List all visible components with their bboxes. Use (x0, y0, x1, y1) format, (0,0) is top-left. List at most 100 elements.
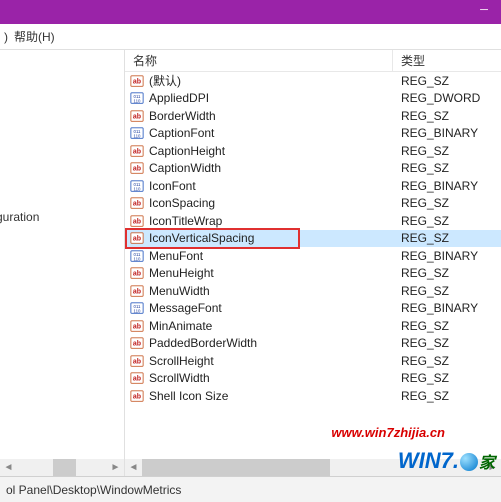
scroll-right-icon[interactable]: ► (107, 459, 124, 476)
string-value-icon: ab (129, 195, 145, 211)
scroll-left-icon[interactable]: ◄ (0, 459, 17, 476)
registry-value-row[interactable]: 011110CaptionFontREG_BINARY (125, 125, 501, 143)
watermark-url: www.win7zhijia.cn (331, 425, 445, 440)
registry-value-row[interactable]: abIconSpacingREG_SZ (125, 195, 501, 213)
watermark-orb-icon (460, 453, 478, 471)
tree-panel[interactable]: guration ◄ ► (0, 50, 125, 476)
value-name: IconTitleWrap (149, 214, 393, 228)
svg-text:ab: ab (133, 323, 141, 330)
svg-text:110: 110 (134, 309, 142, 314)
registry-value-row[interactable]: 011110AppliedDPIREG_DWORD (125, 90, 501, 108)
registry-value-row[interactable]: abScrollWidthREG_SZ (125, 370, 501, 388)
list-body: ab(默认)REG_SZ011110AppliedDPIREG_DWORDabB… (125, 72, 501, 405)
value-type: REG_BINARY (393, 249, 478, 263)
value-type: REG_SZ (393, 389, 449, 403)
registry-value-row[interactable]: ab (默认)REG_SZ (125, 72, 501, 90)
watermark-logo-prefix: WIN7. (398, 448, 459, 473)
registry-value-row[interactable]: 011110 MenuFontREG_BINARY (125, 247, 501, 265)
string-value-icon: ab (129, 283, 145, 299)
value-name: CaptionHeight (149, 144, 393, 158)
string-value-icon: ab (129, 370, 145, 386)
value-name: BorderWidth (149, 109, 393, 123)
value-type: REG_SZ (393, 161, 449, 175)
value-name: MessageFont (149, 301, 393, 315)
scroll-thumb[interactable] (53, 459, 76, 476)
value-name: IconSpacing (149, 196, 393, 210)
tree-item[interactable]: guration (0, 210, 39, 224)
list-panel: 名称 类型 ab(默认)REG_SZ011110AppliedDPIREG_DW… (125, 50, 501, 476)
value-name: IconVerticalSpacing (149, 231, 393, 245)
list-header: 名称 类型 (125, 50, 501, 72)
menubar: ) 帮助(H) (0, 24, 501, 50)
registry-value-row[interactable]: ab ScrollHeightREG_SZ (125, 352, 501, 370)
registry-value-row[interactable]: ab MenuWidthREG_SZ (125, 282, 501, 300)
minimize-button[interactable]: ─ (467, 0, 501, 20)
svg-text:ab: ab (133, 358, 141, 365)
tree-scrollbar-horizontal[interactable]: ◄ ► (0, 459, 124, 476)
value-type: REG_SZ (393, 354, 449, 368)
registry-value-row[interactable]: ab MinAnimateREG_SZ (125, 317, 501, 335)
value-name: (默认) (149, 72, 393, 89)
registry-value-row[interactable]: abCaptionHeightREG_SZ (125, 142, 501, 160)
value-name: MenuWidth (149, 284, 393, 298)
value-type: REG_SZ (393, 319, 449, 333)
svg-text:ab: ab (133, 341, 141, 348)
string-value-icon: ab (129, 213, 145, 229)
binary-value-icon: 011110 (129, 178, 145, 194)
svg-text:110: 110 (134, 186, 142, 191)
value-name: AppliedDPI (149, 91, 393, 105)
registry-value-row[interactable]: ab MenuHeightREG_SZ (125, 265, 501, 283)
value-name: Shell Icon Size (149, 389, 393, 403)
svg-text:110: 110 (134, 256, 142, 261)
value-name: MenuFont (149, 249, 393, 263)
svg-text:110: 110 (134, 99, 142, 104)
svg-text:ab: ab (133, 78, 141, 85)
value-name: CaptionFont (149, 126, 393, 140)
value-type: REG_BINARY (393, 179, 478, 193)
value-type: REG_SZ (393, 144, 449, 158)
scroll-left-icon[interactable]: ◄ (125, 459, 142, 476)
svg-text:ab: ab (133, 166, 141, 173)
svg-text:ab: ab (133, 113, 141, 120)
window-controls: ─ (467, 0, 501, 20)
string-value-icon: ab (129, 230, 145, 246)
value-name: MenuHeight (149, 266, 393, 280)
string-value-icon: ab (129, 265, 145, 281)
registry-value-row[interactable]: ab CaptionWidthREG_SZ (125, 160, 501, 178)
value-name: ScrollWidth (149, 371, 393, 385)
svg-text:ab: ab (133, 236, 141, 243)
registry-value-row[interactable]: ab IconTitleWrapREG_SZ (125, 212, 501, 230)
statusbar-path: ol Panel\Desktop\WindowMetrics (6, 483, 181, 497)
binary-value-icon: 011110 (129, 248, 145, 264)
value-type: REG_SZ (393, 336, 449, 350)
content: guration ◄ ► 名称 类型 ab(默认)REG_SZ011110App… (0, 50, 501, 476)
registry-value-row[interactable]: abIconVerticalSpacingREG_SZ (125, 230, 501, 248)
binary-value-icon: 011110 (129, 300, 145, 316)
value-type: REG_SZ (393, 74, 449, 88)
column-header-type[interactable]: 类型 (393, 50, 501, 71)
value-type: REG_BINARY (393, 126, 478, 140)
registry-value-row[interactable]: abShell Icon SizeREG_SZ (125, 387, 501, 405)
value-type: REG_BINARY (393, 301, 478, 315)
statusbar: ol Panel\Desktop\WindowMetrics (0, 476, 501, 502)
registry-value-row[interactable]: 011110 MessageFontREG_BINARY (125, 300, 501, 318)
registry-value-row[interactable]: abBorderWidthREG_SZ (125, 107, 501, 125)
scroll-track[interactable] (17, 459, 107, 476)
registry-value-row[interactable]: 011110IconFontREG_BINARY (125, 177, 501, 195)
string-value-icon: ab (129, 160, 145, 176)
value-name: MinAnimate (149, 319, 393, 333)
svg-text:ab: ab (133, 376, 141, 383)
value-name: PaddedBorderWidth (149, 336, 393, 350)
string-value-icon: ab (129, 108, 145, 124)
value-type: REG_SZ (393, 266, 449, 280)
value-type: REG_SZ (393, 284, 449, 298)
value-name: CaptionWidth (149, 161, 393, 175)
menu-help[interactable]: 帮助(H) (14, 28, 55, 45)
watermark-logo-suffix: 家 (479, 455, 495, 472)
column-header-name[interactable]: 名称 (125, 50, 393, 71)
watermark-logo: WIN7. 家 (398, 448, 495, 474)
registry-value-row[interactable]: ab PaddedBorderWidthREG_SZ (125, 335, 501, 353)
value-type: REG_SZ (393, 214, 449, 228)
value-name: ScrollHeight (149, 354, 393, 368)
scroll-thumb[interactable] (142, 459, 330, 476)
